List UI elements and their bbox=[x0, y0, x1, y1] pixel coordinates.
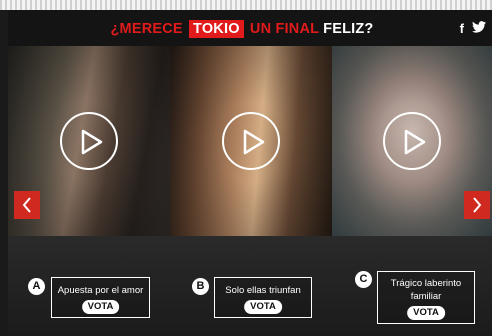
video-panels bbox=[8, 46, 492, 236]
top-border-strip bbox=[0, 0, 492, 10]
facebook-icon[interactable]: f bbox=[460, 21, 464, 36]
chevron-left-icon bbox=[22, 197, 31, 213]
option-c-label-line2: familiar bbox=[410, 291, 442, 302]
page-title: ¿MERECE TOKIO UN FINAL FELIZ? bbox=[8, 10, 476, 46]
next-button[interactable] bbox=[464, 191, 490, 219]
title-highlight-tokio: TOKIO bbox=[189, 20, 244, 38]
option-c-badge: C bbox=[355, 271, 372, 288]
prev-button[interactable] bbox=[14, 191, 40, 219]
option-c-label-line1: Trágico laberinto bbox=[390, 278, 462, 289]
option-c-box: Trágico laberinto familiar VOTA bbox=[377, 271, 475, 324]
title-part-3: UN FINAL bbox=[249, 21, 319, 37]
option-b-label: Solo ellas triunfan bbox=[225, 285, 301, 296]
social-links: f bbox=[460, 10, 486, 46]
option-a-box: Apuesta por el amor VOTA bbox=[51, 277, 150, 318]
chevron-right-icon bbox=[473, 197, 482, 213]
option-b-badge: B bbox=[192, 278, 209, 295]
title-part-4: FELIZ? bbox=[323, 21, 374, 37]
play-icon[interactable] bbox=[383, 112, 441, 170]
vote-button-b[interactable]: VOTA bbox=[244, 300, 282, 314]
twitter-icon[interactable] bbox=[472, 20, 486, 36]
option-a-badge: A bbox=[28, 278, 45, 295]
option-b-box: Solo ellas triunfan VOTA bbox=[214, 277, 312, 318]
header-bar: ¿MERECE TOKIO UN FINAL FELIZ? f bbox=[8, 10, 492, 46]
play-icon[interactable] bbox=[60, 112, 118, 170]
option-a-label: Apuesta por el amor bbox=[57, 285, 144, 296]
vote-button-c[interactable]: VOTA bbox=[407, 306, 445, 320]
vote-button-a[interactable]: VOTA bbox=[81, 300, 120, 314]
title-part-1: ¿MERECE bbox=[110, 21, 183, 37]
video-panel-b[interactable] bbox=[170, 46, 332, 236]
play-icon[interactable] bbox=[222, 112, 280, 170]
